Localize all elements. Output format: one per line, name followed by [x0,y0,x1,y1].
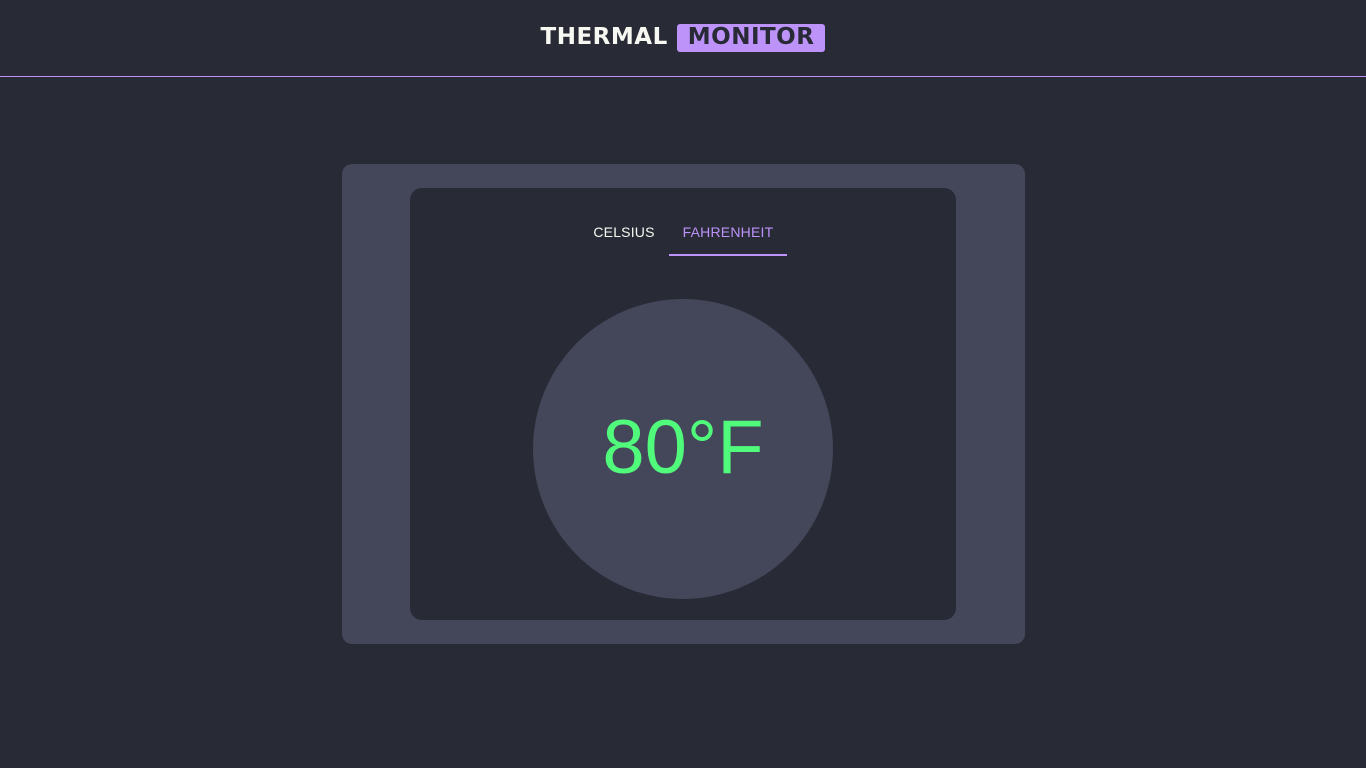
tab-fahrenheit-label: FAHRENHEIT [682,224,774,240]
logo-word-monitor: MONITOR [676,23,826,52]
reading-card: CELSIUS FAHRENHEIT 80°F [410,188,956,620]
app-header: THERMAL MONITOR [0,0,1366,77]
app-logo: THERMAL MONITOR [540,23,826,52]
tab-celsius[interactable]: CELSIUS [579,208,669,256]
tab-fahrenheit[interactable]: FAHRENHEIT [669,208,787,256]
tab-celsius-label: CELSIUS [593,224,655,240]
unit-tabs: CELSIUS FAHRENHEIT [410,208,956,256]
active-tab-indicator [669,254,787,256]
logo-word-thermal: THERMAL [540,24,668,50]
temperature-reading: 80°F [602,404,764,490]
temperature-gauge: 80°F [533,299,833,599]
thermal-panel: CELSIUS FAHRENHEIT 80°F [342,164,1025,644]
